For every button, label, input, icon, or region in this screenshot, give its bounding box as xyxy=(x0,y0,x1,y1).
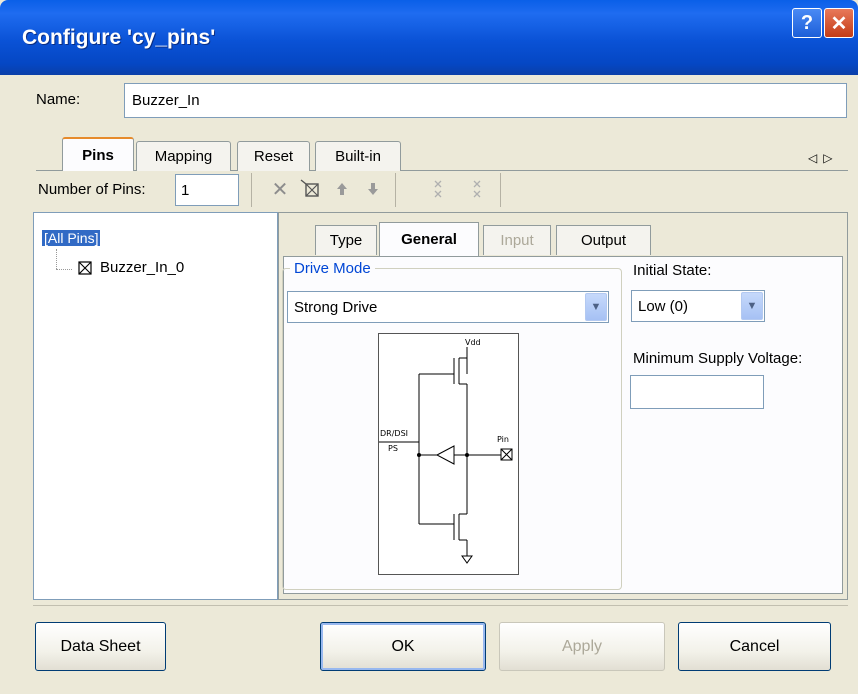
chevron-down-icon[interactable]: ▼ xyxy=(741,292,763,320)
move-down-icon[interactable] xyxy=(361,177,385,201)
tree-item-buzzer-in-0[interactable]: Buzzer_In_0 xyxy=(78,259,184,276)
name-input[interactable] xyxy=(124,83,847,118)
drive-input-label: DR/DSI xyxy=(380,429,408,438)
tab-general[interactable]: General xyxy=(379,222,479,256)
drive-mode-value: Strong Drive xyxy=(294,299,378,316)
initial-state-select[interactable]: Low (0) ▼ xyxy=(631,290,765,322)
bottom-separator xyxy=(33,605,848,606)
delete-icon[interactable]: ✕ xyxy=(268,177,292,201)
min-supply-voltage-input[interactable] xyxy=(630,375,764,409)
pin-icon[interactable] xyxy=(298,177,322,201)
chevron-down-icon[interactable]: ▼ xyxy=(585,293,607,321)
window-title: Configure 'cy_pins' xyxy=(22,26,216,49)
help-button[interactable]: ? xyxy=(792,8,822,38)
tab-type[interactable]: Type xyxy=(315,225,377,255)
tree-root-all-pins[interactable]: [All Pins] xyxy=(42,230,101,246)
initial-state-value: Low (0) xyxy=(638,298,689,315)
close-button[interactable]: ✕ xyxy=(824,8,854,38)
delete-all-icon[interactable] xyxy=(426,177,450,201)
scroll-left-icon[interactable]: ◁ xyxy=(808,151,823,165)
ok-button[interactable]: OK xyxy=(320,622,486,671)
tab-reset[interactable]: Reset xyxy=(237,141,310,171)
help-icon: ? xyxy=(800,11,814,34)
number-of-pins-label: Number of Pins: xyxy=(38,181,146,198)
drive-mode-select[interactable]: Strong Drive ▼ xyxy=(287,291,609,323)
tab-input[interactable]: Input xyxy=(483,225,551,255)
move-up-icon[interactable] xyxy=(330,177,354,201)
tab-built-in[interactable]: Built-in xyxy=(315,141,401,171)
min-supply-voltage-label: Minimum Supply Voltage: xyxy=(633,350,803,367)
vdd-label: Vdd xyxy=(465,338,481,347)
tab-mapping[interactable]: Mapping xyxy=(136,141,231,171)
toolbar-separator xyxy=(395,173,396,207)
toolbar-separator xyxy=(251,173,252,207)
initial-state-label: Initial State: xyxy=(633,262,712,279)
tree-item-label: Buzzer_In_0 xyxy=(100,259,185,276)
drive-mode-diagram: Vdd DR/DSI PS Pin xyxy=(378,333,519,575)
pin-label: Pin xyxy=(497,435,509,444)
drive-mode-title: Drive Mode xyxy=(290,260,375,277)
data-sheet-button[interactable]: Data Sheet xyxy=(35,622,166,671)
apply-button[interactable]: Apply xyxy=(499,622,665,671)
close-icon: ✕ xyxy=(830,12,848,35)
ps-label: PS xyxy=(388,444,398,453)
tree-connector xyxy=(56,269,72,270)
tree-connector xyxy=(56,249,57,269)
name-label: Name: xyxy=(36,91,81,108)
title-bar[interactable]: Configure 'cy_pins' ? ✕ xyxy=(0,0,858,75)
cancel-button[interactable]: Cancel xyxy=(678,622,831,671)
tab-scroll-arrows[interactable]: ◁▷ xyxy=(808,151,838,165)
number-of-pins-input[interactable] xyxy=(175,174,239,206)
tab-pins[interactable]: Pins xyxy=(62,137,134,171)
move-all-icon[interactable] xyxy=(465,177,489,201)
toolbar-separator xyxy=(500,173,501,207)
tab-output[interactable]: Output xyxy=(556,225,651,255)
scroll-right-icon[interactable]: ▷ xyxy=(823,151,838,165)
pin-icon xyxy=(78,260,92,275)
